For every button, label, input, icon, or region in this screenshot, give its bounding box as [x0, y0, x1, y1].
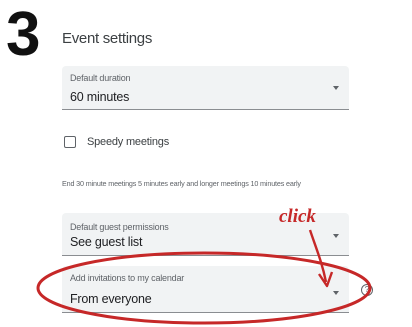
annotation-arrow — [308, 229, 328, 283]
click-annotation: click — [279, 206, 316, 227]
annotation-overlay — [36, 229, 372, 325]
